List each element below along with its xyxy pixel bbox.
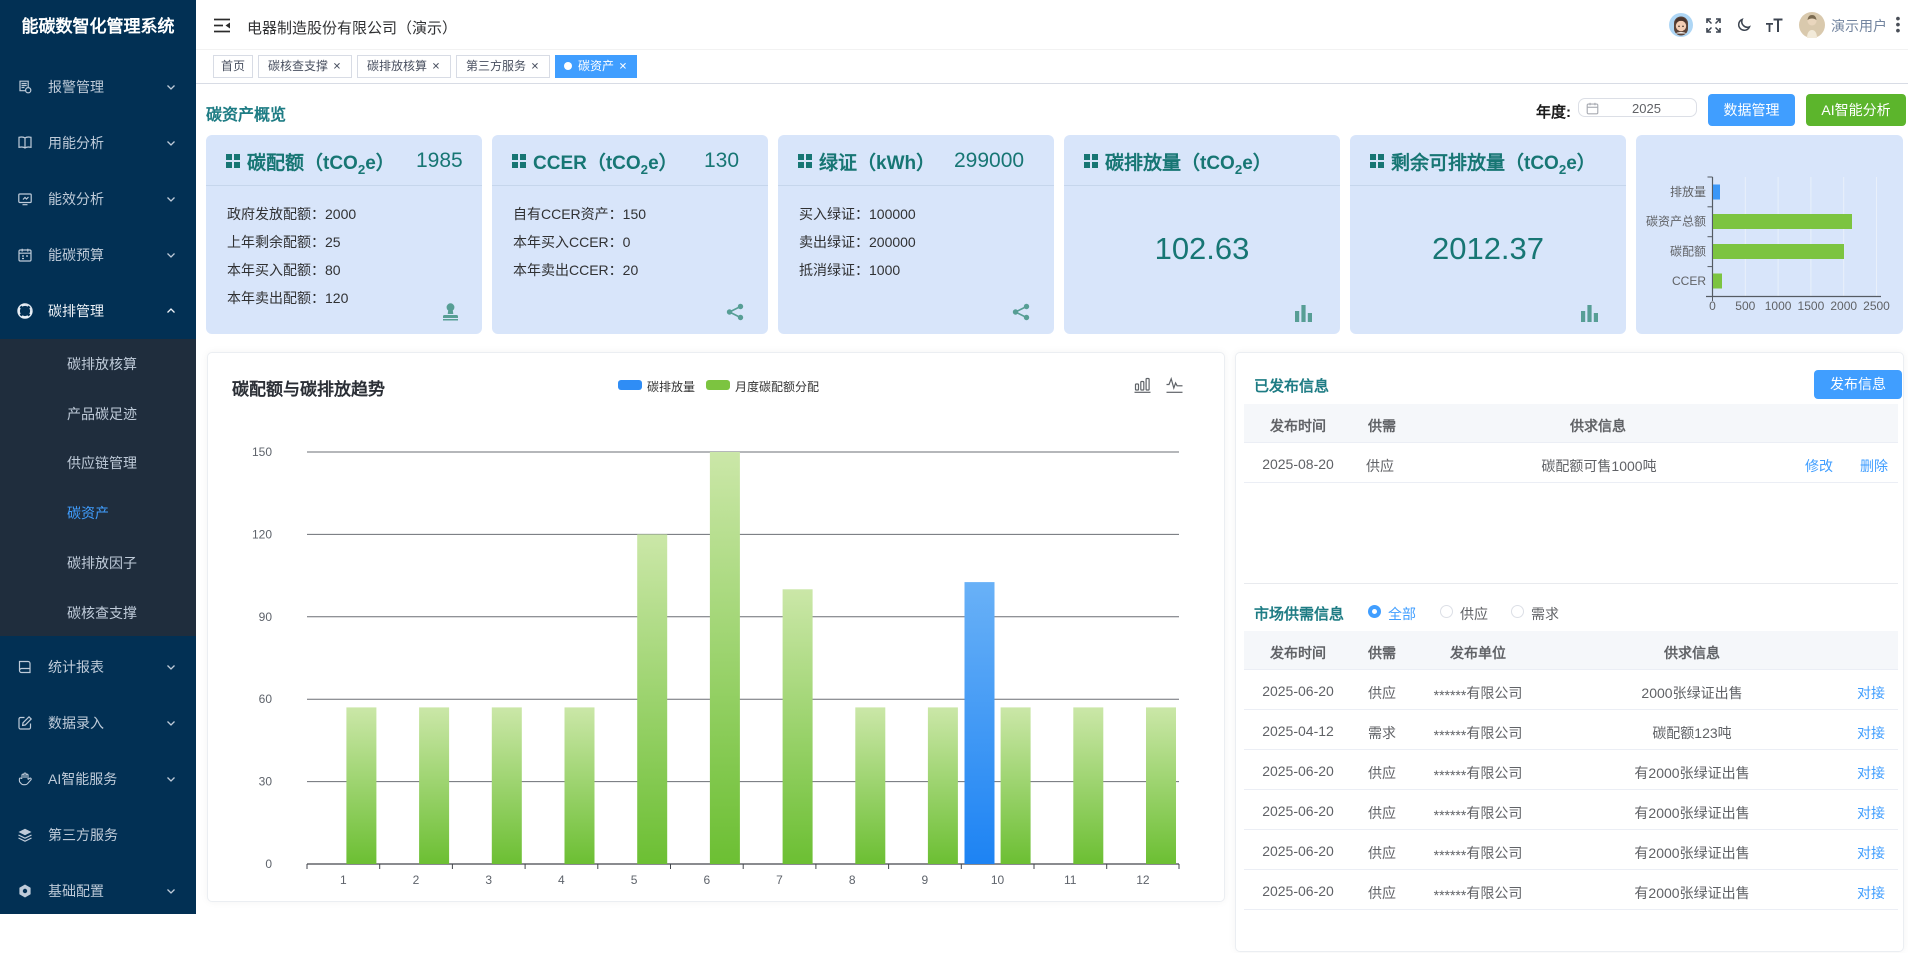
svg-text:500: 500 — [1735, 299, 1755, 313]
svg-text:11: 11 — [1064, 873, 1077, 887]
svg-text:1500: 1500 — [1798, 299, 1825, 313]
svg-text:12: 12 — [1136, 873, 1150, 887]
svg-text:3: 3 — [485, 873, 492, 887]
svg-text:6: 6 — [703, 873, 710, 887]
svg-text:碳配额: 碳配额 — [1670, 245, 1706, 259]
svg-text:5: 5 — [631, 873, 638, 887]
svg-text:90: 90 — [259, 610, 273, 624]
svg-text:120: 120 — [252, 527, 272, 541]
svg-text:8: 8 — [849, 873, 856, 887]
svg-text:1000: 1000 — [1765, 299, 1792, 313]
svg-text:0: 0 — [1709, 299, 1716, 313]
svg-text:60: 60 — [259, 692, 273, 706]
svg-text:排放量: 排放量 — [1670, 184, 1706, 199]
svg-text:150: 150 — [252, 445, 272, 459]
svg-text:9: 9 — [921, 873, 928, 887]
svg-text:CCER: CCER — [1672, 274, 1706, 288]
svg-text:碳资产总额: 碳资产总额 — [1646, 215, 1706, 229]
svg-text:4: 4 — [558, 873, 565, 887]
svg-text:10: 10 — [991, 873, 1005, 887]
svg-text:0: 0 — [265, 857, 272, 871]
svg-text:2000: 2000 — [1830, 299, 1857, 313]
svg-text:30: 30 — [259, 775, 273, 789]
svg-text:7: 7 — [776, 873, 783, 887]
svg-text:2500: 2500 — [1863, 299, 1890, 313]
svg-text:2: 2 — [413, 873, 420, 887]
svg-text:1: 1 — [340, 873, 347, 887]
